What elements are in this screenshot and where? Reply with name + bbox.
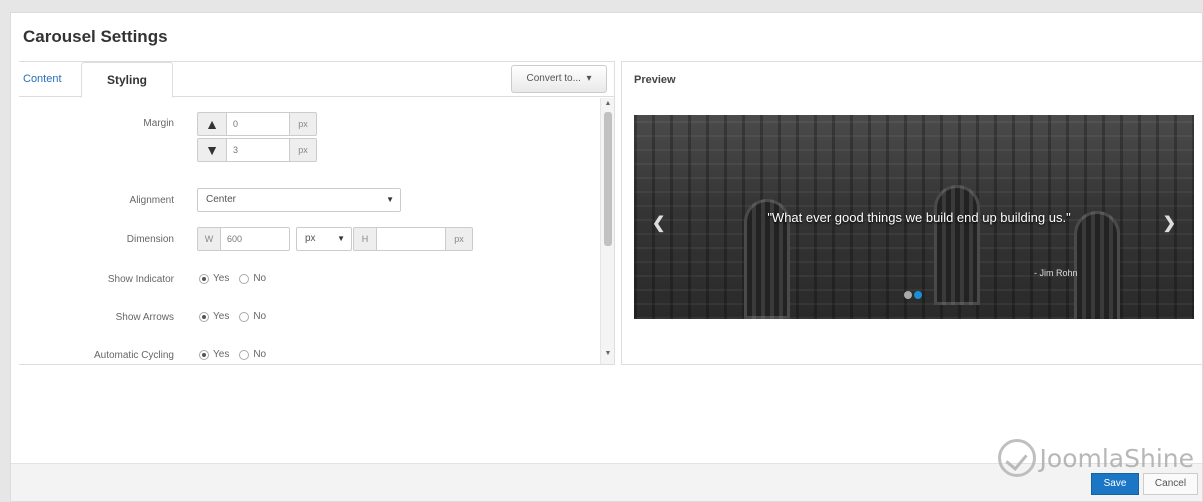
convert-to-label: Convert to...: [526, 73, 581, 84]
background-image: [1074, 211, 1120, 319]
convert-to-button[interactable]: Convert to... ▾: [511, 65, 607, 93]
show-arrows-label: Show Arrows: [115, 312, 174, 323]
form-scrollbar[interactable]: ▲ ▼: [600, 98, 614, 364]
watermark-text: JoomlaShine: [1039, 443, 1194, 473]
margin-top-input[interactable]: 0: [226, 112, 290, 136]
show-arrows-no-label: No: [253, 311, 267, 322]
show-arrows-no-radio[interactable]: [239, 311, 250, 322]
indicator-dot[interactable]: [904, 291, 912, 299]
alignment-select[interactable]: Center ▼: [197, 188, 401, 212]
styling-form: Margin ▲ 0 px ▼ 3 px Alignment Center ▼ …: [19, 98, 611, 364]
dimension-label: Dimension: [126, 234, 174, 245]
caret-down-icon: ▼: [386, 195, 394, 204]
show-indicator-no-radio[interactable]: [239, 273, 250, 284]
show-indicator-no-label: No: [253, 273, 267, 284]
scroll-down-icon[interactable]: ▼: [601, 350, 615, 362]
scroll-up-icon[interactable]: ▲: [601, 100, 615, 112]
automatic-cycling-no-radio[interactable]: [239, 349, 250, 360]
joomlashine-logo-icon: [997, 439, 1036, 477]
scrollbar-thumb[interactable]: [604, 112, 612, 246]
dialog-footer: JoomlaShine Save Cancel: [11, 439, 1202, 501]
background-image: [934, 185, 980, 305]
show-indicator-label: Show Indicator: [107, 274, 174, 285]
save-button[interactable]: Save: [1091, 473, 1139, 495]
margin-bottom-input[interactable]: 3: [226, 138, 290, 162]
caret-down-icon: ▾: [583, 73, 592, 84]
arrow-down-icon: ▼: [197, 138, 227, 162]
show-arrows-yes-label: Yes: [213, 311, 230, 322]
height-input[interactable]: [376, 227, 446, 251]
show-arrows-options: Yes No: [199, 311, 266, 322]
automatic-cycling-yes-label: Yes: [213, 349, 230, 360]
dialog-title: Carousel Settings: [23, 27, 168, 46]
chevron-right-icon[interactable]: ❯: [1163, 213, 1176, 233]
automatic-cycling-label: Automatic Cycling: [93, 350, 174, 361]
carousel-settings-dialog: Carousel Settings Content Styling Conver…: [10, 12, 1203, 502]
width-unit-value: px: [305, 233, 316, 244]
automatic-cycling-no-label: No: [253, 349, 267, 360]
alignment-label: Alignment: [129, 195, 174, 206]
alignment-value: Center: [206, 194, 237, 205]
height-unit: px: [445, 227, 473, 251]
tab-styling[interactable]: Styling: [81, 62, 173, 98]
indicator-dot-active[interactable]: [914, 291, 922, 299]
width-prefix: W: [197, 227, 221, 251]
carousel-indicators: [904, 291, 922, 299]
margin-label: Margin: [143, 118, 174, 129]
preview-panel: Preview ❮ ❯ "What ever good things we bu…: [621, 61, 1202, 365]
chevron-left-icon[interactable]: ❮: [652, 213, 665, 233]
height-prefix: H: [353, 227, 377, 251]
margin-top-unit: px: [289, 112, 317, 136]
tab-bar: Content Styling Convert to... ▾: [19, 62, 614, 98]
show-arrows-yes-radio[interactable]: [199, 311, 209, 322]
width-input[interactable]: 600: [220, 227, 290, 251]
show-indicator-options: Yes No: [199, 273, 266, 284]
automatic-cycling-options: Yes No: [199, 349, 266, 360]
carousel-author: - Jim Rohn: [1034, 268, 1078, 278]
show-indicator-yes-radio[interactable]: [199, 273, 209, 284]
carousel-preview: ❮ ❯ "What ever good things we build end …: [634, 115, 1194, 319]
caret-down-icon: ▼: [337, 234, 345, 243]
show-indicator-yes-label: Yes: [213, 273, 230, 284]
margin-bottom-unit: px: [289, 138, 317, 162]
preview-title: Preview: [634, 74, 676, 86]
cancel-button[interactable]: Cancel: [1143, 473, 1198, 495]
tab-content[interactable]: Content: [23, 62, 62, 97]
watermark: JoomlaShine: [997, 439, 1194, 477]
arrow-up-icon: ▲: [197, 112, 227, 136]
automatic-cycling-yes-radio[interactable]: [199, 349, 209, 360]
width-unit-select[interactable]: px ▼: [296, 227, 352, 251]
settings-panel: Content Styling Convert to... ▾ Margin ▲…: [19, 61, 615, 365]
carousel-quote: "What ever good things we build end up b…: [767, 210, 1071, 225]
